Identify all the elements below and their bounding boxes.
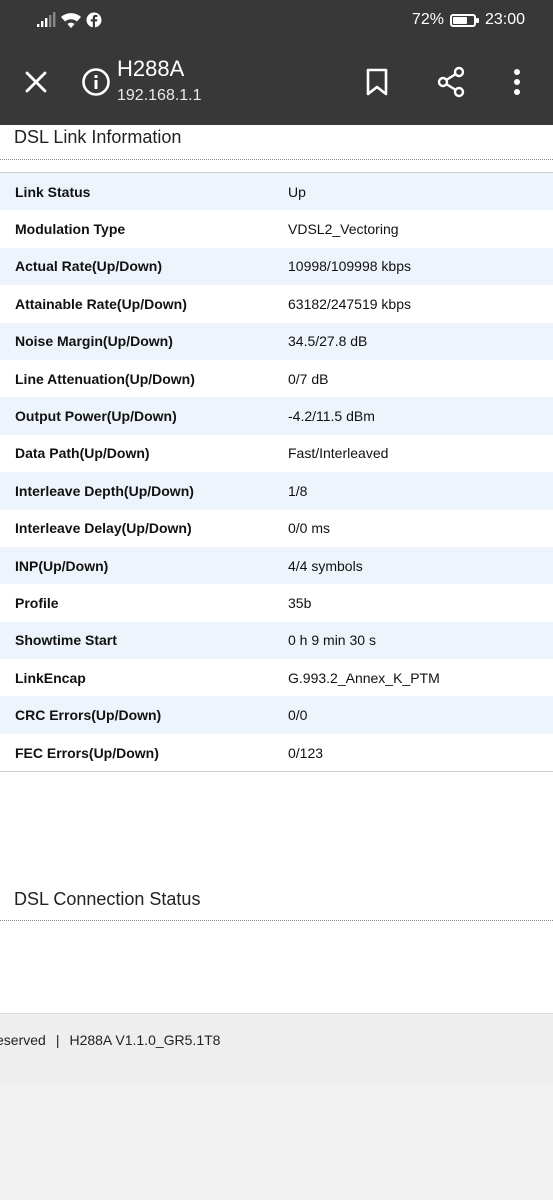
table-row: INP(Up/Down) 4/4 symbols [0,546,553,585]
close-icon [25,71,47,93]
table-row: FEC Errors(Up/Down) 0/123 [0,733,553,772]
status-bar: 72% 23:00 [0,0,553,40]
table-row: Actual Rate(Up/Down) 10998/109998 kbps [0,247,553,286]
footer-version: H288A V1.1.0_GR5.1T8 [69,1032,221,1048]
bookmark-icon [366,68,388,96]
row-value: 35b [288,584,553,622]
wifi-icon [61,12,81,28]
row-value: 0/0 [288,696,553,734]
page-footer: eserved | H288A V1.1.0_GR5.1T8 [0,1013,553,1085]
info-icon [82,68,110,96]
row-value: VDSL2_Vectoring [288,210,553,248]
clock: 23:00 [484,11,525,28]
row-value: Up [288,173,553,211]
share-button[interactable] [431,62,471,102]
status-icons-right: 72% 23:00 [412,9,525,31]
row-value: 10998/109998 kbps [288,247,553,286]
table-row: Showtime Start 0 h 9 min 30 s [0,621,553,660]
row-label: Profile [0,584,288,622]
row-value: 0 h 9 min 30 s [288,621,553,660]
footer-rights: eserved [0,1032,46,1048]
row-value: 34.5/27.8 dB [288,322,553,360]
table-bottom-border [0,771,553,772]
row-label: CRC Errors(Up/Down) [0,696,288,734]
row-label: Interleave Depth(Up/Down) [0,472,288,510]
row-label: Noise Margin(Up/Down) [0,322,288,360]
row-value: Fast/Interleaved [288,434,553,473]
row-value: 0/7 dB [288,359,553,398]
custom-tab-toolbar: H288A 192.168.1.1 [0,40,553,125]
battery-icon [449,13,479,27]
facebook-icon [86,12,102,28]
page-url: 192.168.1.1 [117,87,202,104]
more-vert-icon [514,69,520,95]
row-value: 0/0 ms [288,509,553,547]
dsl-link-info-table: Link Status Up Modulation Type VDSL2_Vector… [0,173,553,772]
table-row: CRC Errors(Up/Down) 0/0 [0,696,553,734]
table-row: Profile 35b [0,584,553,622]
row-label: LinkEncap [0,659,288,697]
row-label: INP(Up/Down) [0,546,288,585]
row-value: 0/123 [288,733,553,772]
page-title: H288A [117,56,185,81]
share-icon [437,66,465,98]
table-row: Attainable Rate(Up/Down) 63182/247519 kbp… [0,285,553,323]
dsl-link-info-title: DSL Link Information [14,127,182,147]
table-row: Link Status Up [0,173,553,211]
table-row: Interleave Delay(Up/Down) 0/0 ms [0,509,553,547]
row-label: FEC Errors(Up/Down) [0,733,288,772]
battery-level [452,16,467,24]
row-label: Interleave Delay(Up/Down) [0,509,288,547]
row-label: Attainable Rate(Up/Down) [0,285,288,323]
table-row: Noise Margin(Up/Down) 34.5/27.8 dB [0,322,553,360]
row-value: 1/8 [288,472,553,510]
row-label: Showtime Start [0,621,288,660]
table-row: Line Attenuation(Up/Down) 0/7 dB [0,359,553,398]
dsl-connection-status-title: DSL Connection Status [14,889,201,909]
page-title-block: H288A 192.168.1.1 [117,56,202,107]
more-options-button[interactable] [497,62,537,102]
bookmark-button[interactable] [357,62,397,102]
row-label: Line Attenuation(Up/Down) [0,359,288,398]
row-value: 4/4 symbols [288,546,553,585]
row-value: -4.2/11.5 dBm [288,397,553,435]
footer-separator: | [55,1032,60,1048]
page-background [0,1085,553,1200]
status-icons-left [36,10,102,30]
row-label: Data Path(Up/Down) [0,434,288,473]
web-content: DSL Link Information Link Status Up Modula… [0,125,553,1200]
section-divider [0,920,553,921]
table-row: LinkEncap G.993.2_Annex_K_PTM [0,659,553,697]
signal-icon [37,12,56,27]
row-label: Output Power(Up/Down) [0,397,288,435]
row-value: G.993.2_Annex_K_PTM [288,659,553,697]
close-button[interactable] [16,62,56,102]
footer-text: eserved | H288A V1.1.0_GR5.1T8 [0,1032,220,1048]
table-row: Modulation Type VDSL2_Vectoring [0,210,553,248]
site-info-button[interactable] [76,62,116,102]
row-label: Modulation Type [0,210,288,248]
row-label: Actual Rate(Up/Down) [0,247,288,286]
row-value: 63182/247519 kbps [288,285,553,323]
table-row: Data Path(Up/Down) Fast/Interleaved [0,434,553,473]
battery-percent: 72% [411,11,444,28]
section-divider [0,159,553,160]
browser-page: 72% 23:00 H288A 192.168.1.1 DSL Link Inf… [0,0,553,1200]
table-row: Interleave Depth(Up/Down) 1/8 [0,472,553,510]
table-row: Output Power(Up/Down) -4.2/11.5 dBm [0,397,553,435]
row-label: Link Status [0,173,288,211]
